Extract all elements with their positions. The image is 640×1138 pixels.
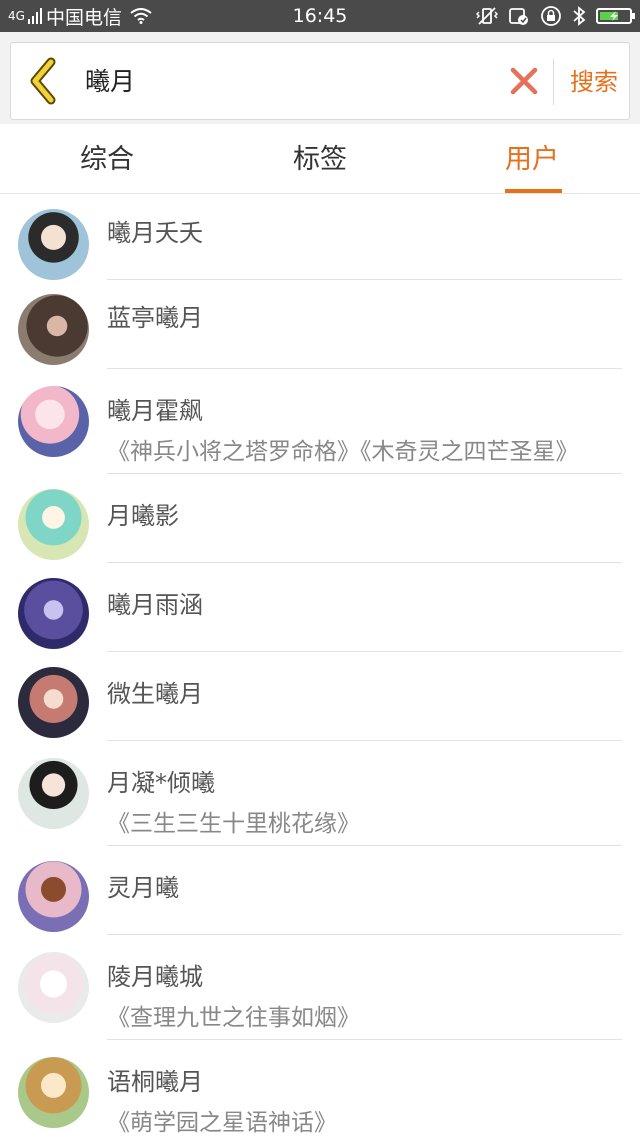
user-item[interactable]: 灵月曦	[0, 846, 640, 935]
status-right	[476, 0, 635, 32]
user-item[interactable]: 曦月霍飙 《神兵小将之塔罗命格》《木奇灵之四芒圣星》	[0, 369, 640, 474]
bluetooth-icon	[573, 6, 586, 26]
battery-icon	[596, 8, 635, 24]
search-header: 曦月 搜索	[0, 32, 640, 124]
avatar	[18, 386, 89, 457]
avatar	[18, 667, 89, 738]
tab-overview[interactable]: 综合	[65, 124, 149, 194]
user-name: 灵月曦	[107, 874, 179, 902]
user-name: 语桐曦月	[107, 1068, 203, 1096]
user-description: 《查理九世之往事如烟》	[107, 1005, 360, 1031]
avatar	[18, 861, 89, 932]
avatar	[18, 294, 89, 365]
search-button[interactable]: 搜索	[561, 43, 627, 121]
search-bar: 曦月 搜索	[10, 42, 630, 120]
data-sync-icon	[509, 8, 528, 25]
user-item[interactable]: 曦月雨涵	[0, 563, 640, 652]
avatar	[18, 578, 89, 649]
user-item[interactable]: 曦月夭夭	[0, 195, 640, 280]
avatar	[18, 758, 89, 829]
back-arrow-icon[interactable]	[25, 56, 65, 106]
avatar	[18, 1057, 89, 1128]
tab-bar: 综合 标签 用户	[0, 124, 640, 194]
user-name: 月凝*倾曦	[107, 769, 215, 797]
rotation-lock-icon	[541, 6, 561, 26]
user-description: 《神兵小将之塔罗命格》《木奇灵之四芒圣星》	[107, 439, 579, 465]
user-name: 微生曦月	[107, 680, 203, 708]
charging-icon	[610, 11, 618, 21]
user-item[interactable]: 语桐曦月 《萌学园之星语神话》	[0, 1040, 640, 1138]
vibrate-icon	[476, 7, 498, 25]
user-item[interactable]: 蓝亭曦月	[0, 280, 640, 369]
active-tab-indicator	[505, 189, 562, 193]
search-divider	[553, 59, 554, 105]
user-name: 曦月夭夭	[107, 219, 203, 247]
user-name: 曦月霍飙	[107, 397, 203, 425]
tab-users[interactable]: 用户	[490, 124, 574, 194]
status-bar: 4G 中国电信 16:45	[0, 0, 640, 32]
user-list: 曦月夭夭 蓝亭曦月 曦月霍飙 《神兵小将之塔罗命格》《木奇灵之四芒圣星》 月曦影…	[0, 195, 640, 1138]
user-name: 曦月雨涵	[107, 591, 203, 619]
user-name: 陵月曦城	[107, 963, 203, 991]
user-item[interactable]: 陵月曦城 《查理九世之往事如烟》	[0, 935, 640, 1040]
user-name: 蓝亭曦月	[107, 304, 203, 332]
tab-tags[interactable]: 标签	[278, 124, 362, 194]
user-item[interactable]: 月曦影	[0, 474, 640, 563]
user-description: 《萌学园之星语神话》	[107, 1110, 337, 1136]
avatar	[18, 489, 89, 560]
user-name: 月曦影	[107, 502, 179, 530]
user-item[interactable]: 月凝*倾曦 《三生三生十里桃花缘》	[0, 741, 640, 846]
clear-icon[interactable]	[507, 64, 541, 98]
avatar	[18, 209, 89, 280]
user-description: 《三生三生十里桃花缘》	[107, 811, 360, 837]
user-item[interactable]: 微生曦月	[0, 652, 640, 741]
avatar	[18, 952, 89, 1023]
search-input[interactable]: 曦月	[85, 43, 135, 121]
